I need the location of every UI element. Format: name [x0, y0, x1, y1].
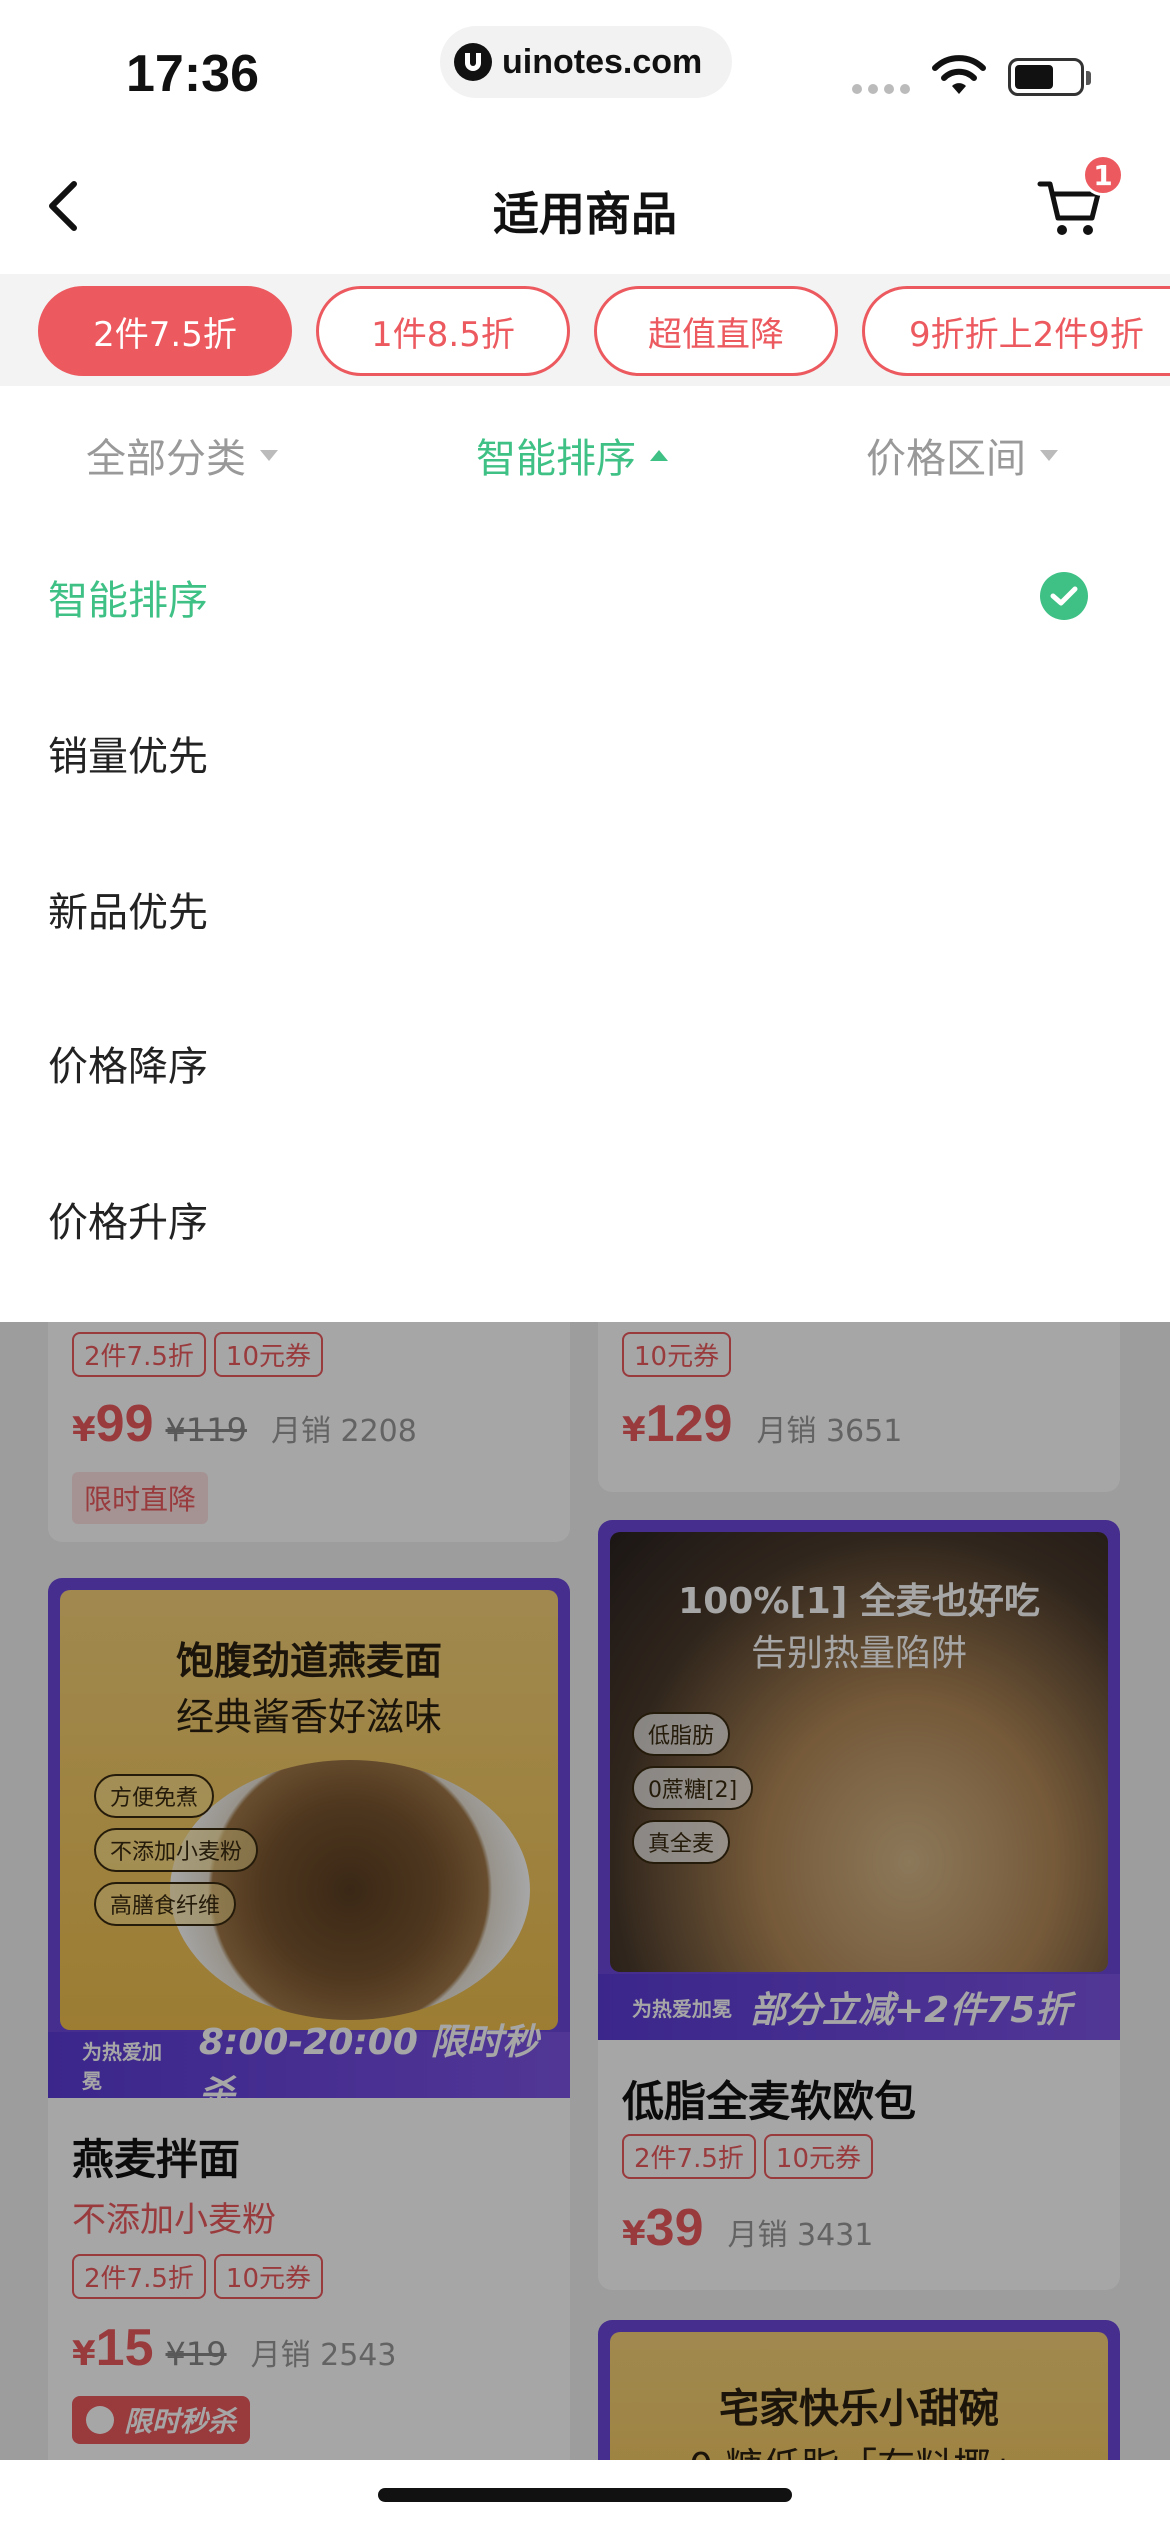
nav-bar: 适用商品 1	[0, 140, 1170, 274]
filter-price-range[interactable]: 价格区间	[866, 426, 1058, 484]
home-bar	[0, 2460, 1170, 2532]
battery-icon	[1008, 58, 1091, 96]
status-bar: 17:36 uinotes.com	[0, 0, 1170, 140]
filter-label: 价格区间	[866, 436, 1026, 482]
sort-option-smart[interactable]: 智能排序	[48, 568, 208, 626]
filter-label: 智能排序	[476, 436, 636, 482]
sort-option-new[interactable]: 新品优先	[48, 880, 208, 938]
status-time: 17:36	[126, 45, 259, 103]
promo-chip-row: 2件7.5折 1件8.5折 超值直降 9折折上2件9折	[0, 274, 1170, 386]
filter-sort[interactable]: 智能排序	[476, 426, 668, 484]
promo-chip[interactable]: 超值直降	[594, 286, 838, 376]
sort-option-price-desc[interactable]: 价格降序	[48, 1034, 208, 1092]
caret-down-icon	[260, 449, 278, 461]
sort-option-price-asc[interactable]: 价格升序	[48, 1190, 208, 1248]
check-icon	[1040, 572, 1088, 620]
promo-chip[interactable]: 2件7.5折	[38, 286, 292, 376]
promo-chip[interactable]: 1件8.5折	[316, 286, 570, 376]
dim-overlay[interactable]	[0, 1322, 1170, 2460]
url-text: uinotes.com	[502, 42, 703, 81]
caret-down-icon	[1040, 449, 1058, 461]
wifi-icon	[932, 55, 986, 94]
site-logo-icon	[454, 43, 492, 81]
promo-chip[interactable]: 9折折上2件9折	[862, 286, 1170, 376]
filter-row: 全部分类 智能排序 价格区间	[0, 386, 1170, 516]
filter-label: 全部分类	[86, 436, 246, 482]
caret-up-icon	[650, 449, 668, 461]
cart-badge: 1	[1082, 154, 1124, 196]
filter-category[interactable]: 全部分类	[86, 426, 278, 484]
sort-option-sales[interactable]: 销量优先	[48, 724, 208, 782]
page-title: 适用商品	[493, 187, 677, 241]
home-indicator[interactable]	[378, 2488, 792, 2502]
sort-dropdown: 智能排序 销量优先 新品优先 价格降序 价格升序	[0, 516, 1170, 1322]
url-pill: uinotes.com	[440, 26, 732, 98]
signal-icon	[852, 84, 910, 94]
